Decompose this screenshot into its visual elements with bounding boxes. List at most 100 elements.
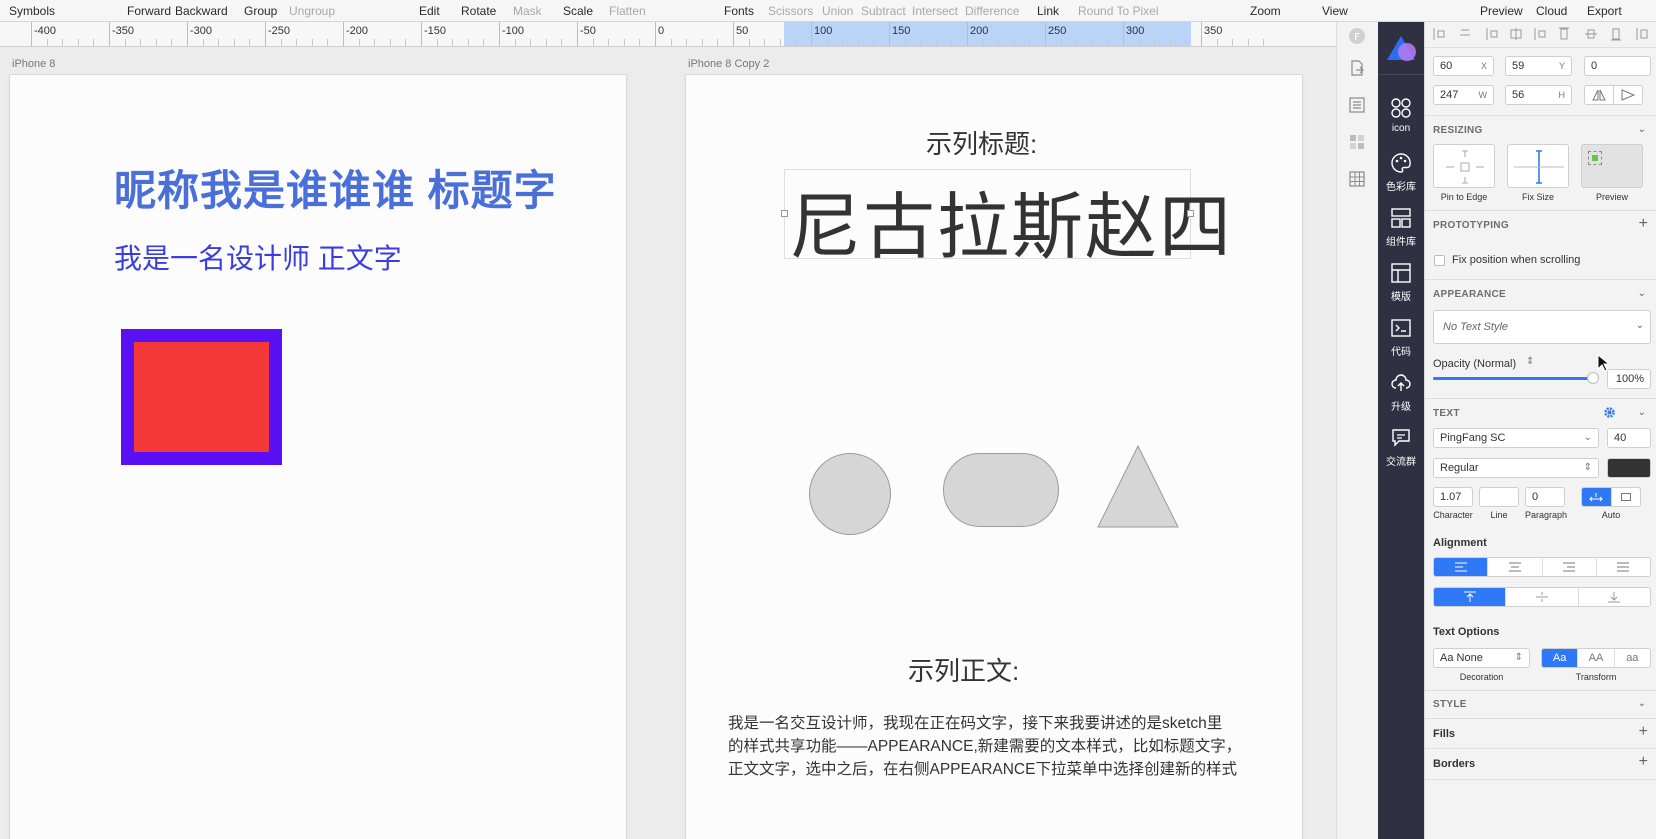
align-left-button[interactable] — [1434, 558, 1489, 576]
resizing-chevron-icon[interactable]: ⌄ — [1638, 124, 1646, 135]
add-border-plus-icon[interactable]: + — [1639, 753, 1648, 771]
width-field[interactable]: 247 W — [1433, 85, 1494, 105]
text-color-swatch[interactable] — [1607, 458, 1651, 478]
align-middle-button[interactable] — [1506, 588, 1579, 606]
ungroup-button[interactable]: Ungroup — [289, 4, 335, 18]
round-to-pixel-button[interactable]: Round To Pixel — [1078, 4, 1159, 18]
plugin-item-icon[interactable]: icon — [1378, 97, 1424, 134]
add-prototyping-plus-icon[interactable]: + — [1639, 215, 1648, 233]
opacity-value-field[interactable]: 100% — [1607, 369, 1651, 389]
x-position-field[interactable]: 60 X — [1433, 56, 1494, 76]
plugin-item-palette[interactable]: 色彩库 — [1378, 152, 1424, 193]
horizontal-alignment-segmented[interactable] — [1433, 557, 1651, 577]
zoom-button[interactable]: Zoom — [1250, 4, 1281, 18]
align-top-button[interactable] — [1434, 588, 1507, 606]
paragraph-text[interactable]: 我是一名交互设计师，我现在正在码文字，接下来我要讲述的是sketch里 的样式共… — [728, 712, 1241, 781]
union-button[interactable]: Union — [822, 4, 853, 18]
resize-handle-left[interactable] — [781, 210, 788, 217]
heading-text[interactable]: 昵称我是谁谁谁 标题字 — [114, 157, 557, 218]
transform-segmented[interactable]: Aa AA aa — [1541, 648, 1651, 668]
font-weight-dropdown[interactable]: Regular ⇕ — [1433, 458, 1599, 478]
export-button[interactable]: Export — [1587, 4, 1622, 18]
grid-squares-icon[interactable] — [1346, 131, 1368, 153]
preview-button[interactable]: Preview — [1480, 4, 1523, 18]
artboard-name-iphone-8[interactable]: iPhone 8 — [12, 58, 55, 70]
character-spacing-field[interactable]: 1.07 — [1433, 487, 1473, 507]
auto-width-button[interactable] — [1582, 488, 1612, 506]
plugin-item-components[interactable]: 组件库 — [1378, 207, 1424, 248]
fixed-box-button[interactable] — [1612, 488, 1641, 506]
vertical-alignment-segmented[interactable] — [1433, 587, 1651, 607]
text-chevron-icon[interactable]: ⌄ — [1638, 407, 1646, 418]
export-arrow-icon[interactable] — [1346, 57, 1368, 79]
horizontal-ruler[interactable]: -400 -350 -300 -250 -200 -150 -100 -50 0 50 100 150… — [0, 22, 1336, 47]
transform-uppercase-button[interactable]: AA — [1578, 649, 1615, 667]
fonts-button[interactable]: Fonts — [724, 4, 754, 18]
font-size-field[interactable]: 40 — [1607, 428, 1651, 448]
difference-button[interactable]: Difference — [965, 4, 1019, 18]
add-fill-plus-icon[interactable]: + — [1639, 723, 1648, 741]
selected-text-box[interactable]: 尼古拉斯赵四 — [781, 169, 1231, 268]
flip-horizontal-button[interactable] — [1584, 85, 1614, 105]
pin-to-edge-control[interactable] — [1433, 144, 1495, 188]
square-shape-border[interactable] — [121, 329, 282, 465]
plugin-brand-logo-icon[interactable] — [1378, 30, 1424, 69]
align-bottom-button[interactable] — [1579, 588, 1650, 606]
fix-size-control[interactable] — [1507, 144, 1569, 188]
sample-title-label[interactable]: 示列标题: — [926, 124, 1037, 161]
text-list-icon[interactable] — [1346, 94, 1368, 116]
y-position-field[interactable]: 59 Y — [1505, 56, 1572, 76]
transform-lowercase-button[interactable]: aa — [1615, 649, 1650, 667]
canvas[interactable]: iPhone 8 昵称我是谁谁谁 标题字 我是一名设计师 正文字 iPhone … — [0, 47, 1336, 839]
rotate-button[interactable]: Rotate — [461, 4, 496, 18]
plugin-item-upgrade[interactable]: 升级 — [1378, 372, 1424, 413]
link-button[interactable]: Link — [1037, 4, 1059, 18]
triangle-shape[interactable] — [1096, 444, 1180, 530]
cloud-button[interactable]: Cloud — [1536, 4, 1567, 18]
artboard-iphone-8[interactable]: 昵称我是谁谁谁 标题字 我是一名设计师 正文字 — [10, 75, 626, 839]
opacity-slider-track[interactable] — [1433, 372, 1599, 384]
align-center-button[interactable] — [1488, 558, 1543, 576]
opacity-mode-stepper-icon[interactable]: ⇕ — [1526, 356, 1534, 367]
backward-button[interactable]: Backward — [175, 4, 228, 18]
scale-button[interactable]: Scale — [563, 4, 593, 18]
align-justify-button[interactable] — [1597, 558, 1650, 576]
selected-text[interactable]: 尼古拉斯赵四 — [789, 168, 1233, 273]
opacity-slider-knob[interactable] — [1587, 372, 1599, 384]
symbols-button[interactable]: Symbols — [9, 4, 55, 18]
plugin-item-code[interactable]: 代码 — [1378, 317, 1424, 358]
table-icon[interactable] — [1346, 168, 1368, 190]
style-chevron-icon[interactable]: ⌄ — [1638, 698, 1646, 709]
plugin-item-template[interactable]: 模版 — [1378, 262, 1424, 303]
text-box-mode-segmented[interactable] — [1581, 487, 1641, 507]
group-button[interactable]: Group — [244, 4, 277, 18]
scissors-button[interactable]: Scissors — [768, 4, 813, 18]
flip-vertical-button[interactable] — [1613, 85, 1643, 105]
mask-button[interactable]: Mask — [513, 4, 542, 18]
forward-button[interactable]: Forward — [127, 4, 171, 18]
rounded-rect-shape[interactable] — [943, 453, 1059, 527]
line-height-field[interactable] — [1479, 487, 1519, 507]
decoration-dropdown[interactable]: Aa None ⇕ — [1433, 648, 1530, 668]
sample-body-label[interactable]: 示列正文: — [908, 651, 1019, 688]
subtract-button[interactable]: Subtract — [861, 4, 906, 18]
rotation-field[interactable]: 0 — [1584, 56, 1651, 76]
height-field[interactable]: 56 H — [1505, 85, 1572, 105]
text-settings-gear-icon[interactable] — [1603, 406, 1616, 419]
appearance-chevron-icon[interactable]: ⌄ — [1638, 288, 1646, 299]
resize-handle-right[interactable] — [1187, 210, 1194, 217]
circle-shape[interactable] — [809, 453, 891, 535]
align-icons[interactable] — [1431, 27, 1653, 41]
edit-button[interactable]: Edit — [419, 4, 440, 18]
flatten-button[interactable]: Flatten — [609, 4, 646, 18]
transform-none-button[interactable]: Aa — [1542, 649, 1579, 667]
plugin-logo-icon[interactable]: F — [1346, 25, 1368, 47]
intersect-button[interactable]: Intersect — [912, 4, 958, 18]
view-button[interactable]: View — [1322, 4, 1348, 18]
font-family-dropdown[interactable]: PingFang SC ⌄ — [1433, 428, 1599, 448]
resizing-preview-control[interactable] — [1581, 144, 1643, 188]
body-text[interactable]: 我是一名设计师 正文字 — [114, 237, 402, 277]
text-style-dropdown[interactable]: No Text Style ⌄ — [1433, 310, 1651, 344]
fix-position-checkbox[interactable] — [1434, 255, 1445, 266]
paragraph-spacing-field[interactable]: 0 — [1525, 487, 1565, 507]
